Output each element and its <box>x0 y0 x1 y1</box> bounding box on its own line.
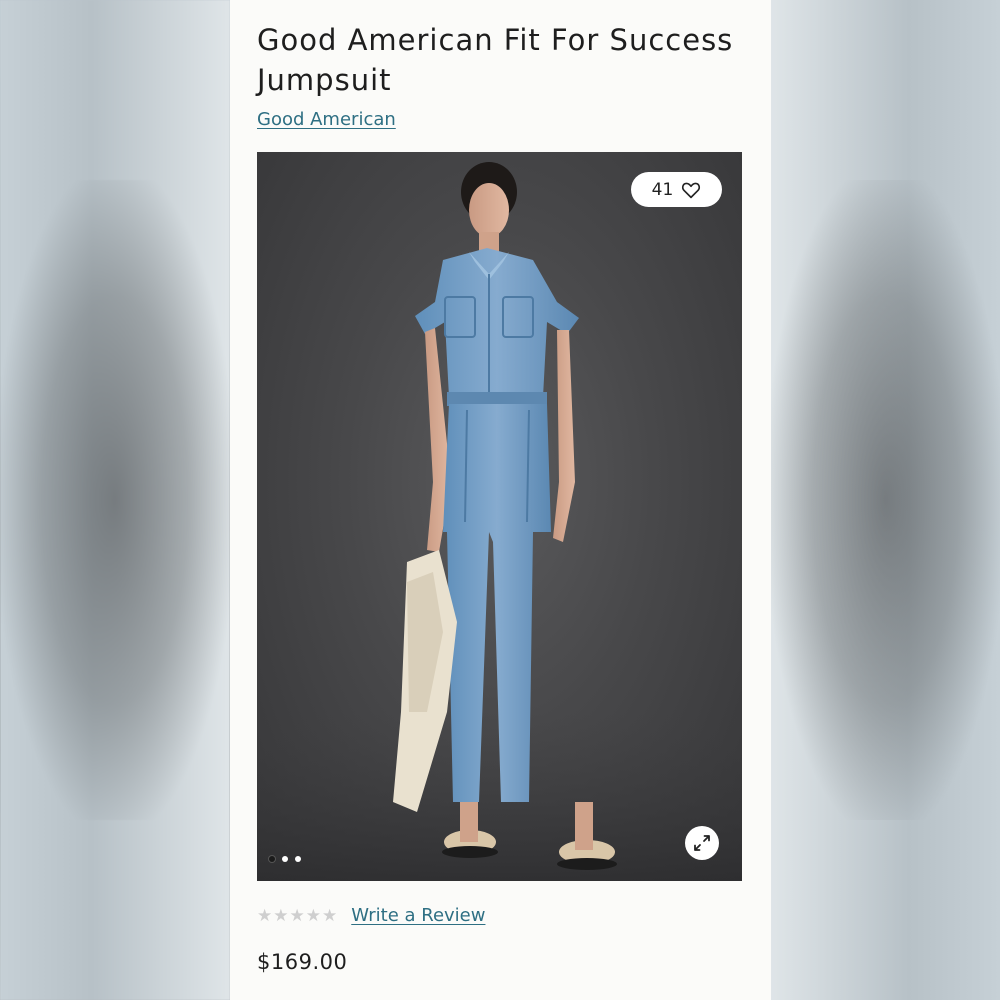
blurred-background-right <box>771 0 1000 1000</box>
star-icon: ★ <box>322 905 338 926</box>
star-icon: ★ <box>305 905 321 926</box>
carousel-dot-1[interactable] <box>269 856 275 862</box>
star-icon: ★ <box>257 905 273 926</box>
like-button[interactable]: 41 <box>631 172 722 207</box>
star-icon: ★ <box>273 905 289 926</box>
heart-outline-icon <box>682 182 701 198</box>
carousel-dot-3[interactable] <box>295 856 301 862</box>
product-title: Good American Fit For Success Jumpsuit <box>257 23 734 97</box>
expand-arrows-icon <box>694 835 710 851</box>
star-rating: ★ ★ ★ ★ ★ <box>257 906 337 926</box>
brand-link[interactable]: Good American <box>257 109 396 130</box>
write-review-link[interactable]: Write a Review <box>351 905 485 926</box>
rating-row: ★ ★ ★ ★ ★ Write a Review <box>257 905 485 926</box>
like-count: 41 <box>651 179 674 200</box>
product-image[interactable]: 41 <box>257 152 742 881</box>
product-price: $169.00 <box>257 950 348 974</box>
jumpsuit-model-illustration <box>257 162 742 881</box>
carousel-indicators <box>269 856 301 862</box>
blurred-background-left <box>0 0 230 1000</box>
product-card: Good American Fit For Success Jumpsuit G… <box>230 0 771 1000</box>
expand-image-button[interactable] <box>685 826 719 860</box>
star-icon: ★ <box>289 905 305 926</box>
carousel-dot-2[interactable] <box>282 856 288 862</box>
